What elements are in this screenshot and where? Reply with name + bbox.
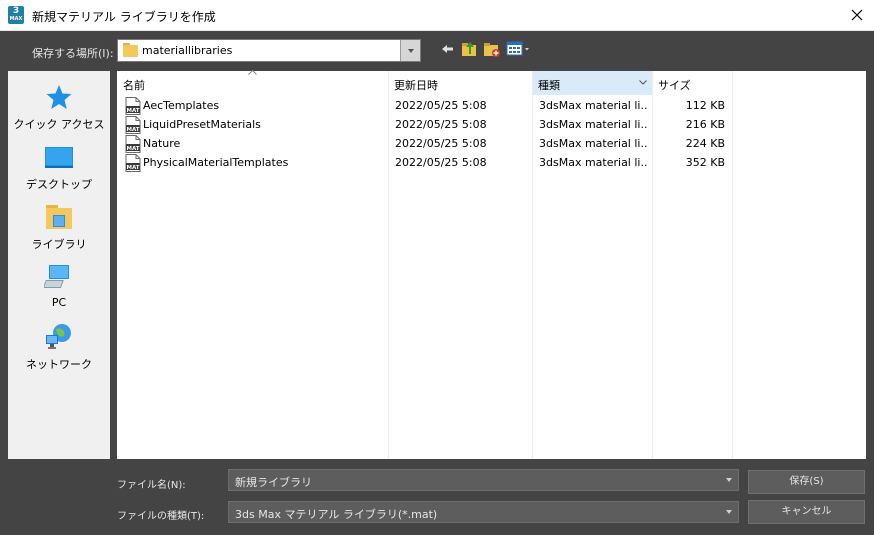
close-button[interactable]: [840, 0, 874, 31]
column-header-size[interactable]: サイズ: [652, 71, 732, 95]
mat-icon-text: MAT: [126, 108, 139, 114]
column-header-type[interactable]: 種類: [532, 71, 652, 95]
quick-access-star-icon: [46, 85, 72, 109]
column-header-label: 名前: [123, 79, 145, 92]
save-in-label: 保存する場所(I):: [32, 47, 114, 60]
file-modified: 2022/05/25 5:08: [395, 156, 487, 169]
place-pc[interactable]: PC: [8, 259, 110, 317]
place-label: ライブラリ: [31, 238, 87, 251]
column-header-modified[interactable]: 更新日時: [388, 71, 531, 95]
app-icon-digit: 3: [12, 6, 20, 16]
filetype-combobox[interactable]: 3ds Max マテリアル ライブラリ(*.mat): [228, 501, 739, 523]
place-quick-access[interactable]: クイック アクセス: [8, 79, 110, 137]
file-size: 224 KB: [685, 137, 725, 150]
file-modified: 2022/05/25 5:08: [395, 99, 487, 112]
place-label: ネットワーク: [26, 358, 92, 371]
title-bar: 3 MAX 新規マテリアル ライブラリを作成: [0, 0, 874, 31]
place-label: PC: [51, 296, 67, 309]
filetype-label: ファイルの種類(T):: [117, 511, 205, 522]
close-icon: [851, 9, 863, 21]
file-size: 352 KB: [685, 156, 725, 169]
places-bar: クイック アクセス デスクトップ ライブラリ PC ネットワーク: [8, 71, 110, 459]
libraries-icon: [46, 205, 72, 229]
mat-file-icon: MAT: [125, 135, 141, 153]
mat-file-icon: MAT: [125, 97, 141, 115]
app-icon-sub: MAX: [9, 16, 23, 22]
filename-combobox[interactable]: 新規ライブラリ: [228, 469, 739, 491]
column-header-label: サイズ: [658, 79, 691, 92]
save-button[interactable]: 保存(S): [748, 470, 865, 494]
filetype-value: 3ds Max マテリアル ライブラリ(*.mat): [235, 508, 438, 521]
file-name: AecTemplates: [143, 99, 220, 112]
network-icon: [46, 324, 71, 349]
chevron-down-icon[interactable]: [400, 40, 420, 61]
chevron-down-icon[interactable]: [726, 478, 732, 482]
pc-icon: [44, 265, 69, 288]
file-type: 3dsMax material li...: [539, 99, 647, 112]
file-size: 112 KB: [685, 99, 725, 112]
file-row[interactable]: MAT Nature 2022/05/25 5:08 3dsMax material …: [117, 134, 866, 153]
3ds-max-app-icon: 3 MAX: [8, 6, 24, 24]
mat-icon-text: MAT: [126, 127, 139, 133]
file-type: 3dsMax material li...: [539, 156, 647, 169]
window-title: 新規マテリアル ライブラリを作成: [32, 10, 216, 24]
mat-icon-text: MAT: [126, 146, 139, 152]
file-name: PhysicalMaterialTemplates: [143, 156, 289, 169]
file-type: 3dsMax material li...: [539, 137, 647, 150]
file-list-view[interactable]: 名前 更新日時 種類 サイズ MAT AecTemplates 2022/05/25…: [117, 70, 866, 459]
file-row[interactable]: MAT PhysicalMaterialTemplates 2022/05/25 5…: [117, 153, 866, 172]
file-row[interactable]: MAT LiquidPresetMaterials 2022/05/25 5:08 3…: [117, 115, 866, 134]
up-folder-button[interactable]: [460, 39, 480, 59]
file-size: 216 KB: [685, 118, 725, 131]
column-header-label: 更新日時: [394, 79, 438, 92]
chevron-down-icon[interactable]: [639, 80, 647, 85]
filename-value: 新規ライブラリ: [235, 476, 312, 489]
file-name: LiquidPresetMaterials: [143, 118, 261, 131]
file-type: 3dsMax material li...: [539, 118, 647, 131]
view-menu-icon: [506, 41, 529, 56]
chevron-down-icon[interactable]: [726, 510, 732, 514]
folder-icon: [123, 43, 138, 57]
filename-label: ファイル名(N):: [117, 480, 186, 491]
cancel-button[interactable]: キャンセル: [748, 500, 865, 524]
view-menu-button[interactable]: [506, 39, 532, 59]
file-modified: 2022/05/25 5:08: [395, 118, 487, 131]
file-name: Nature: [143, 137, 181, 150]
back-arrow-icon: [442, 45, 453, 53]
place-network[interactable]: ネットワーク: [8, 319, 110, 377]
place-label: デスクトップ: [26, 178, 92, 191]
new-folder-button[interactable]: [482, 39, 502, 59]
new-folder-icon: [484, 43, 500, 57]
file-row[interactable]: MAT AecTemplates 2022/05/25 5:08 3dsMax mat…: [117, 96, 866, 115]
place-libraries[interactable]: ライブラリ: [8, 199, 110, 257]
mat-icon-text: MAT: [126, 165, 139, 171]
column-header-label: 種類: [538, 79, 560, 92]
mat-file-icon: MAT: [125, 116, 141, 134]
column-header-name[interactable]: 名前: [117, 70, 388, 95]
up-folder-icon: [462, 42, 476, 56]
desktop-icon: [45, 147, 73, 168]
place-label: クイック アクセス: [13, 118, 105, 131]
save-in-combobox[interactable]: materiallibraries: [117, 39, 421, 62]
save-dialog: 保存する場所(I): materiallibraries クイック アクセス デ…: [0, 31, 874, 535]
file-modified: 2022/05/25 5:08: [395, 137, 487, 150]
place-desktop[interactable]: デスクトップ: [8, 139, 110, 197]
back-button[interactable]: [438, 39, 458, 59]
current-folder-value: materiallibraries: [142, 44, 233, 57]
sort-ascending-icon: [248, 70, 257, 75]
mat-file-icon: MAT: [125, 154, 141, 172]
